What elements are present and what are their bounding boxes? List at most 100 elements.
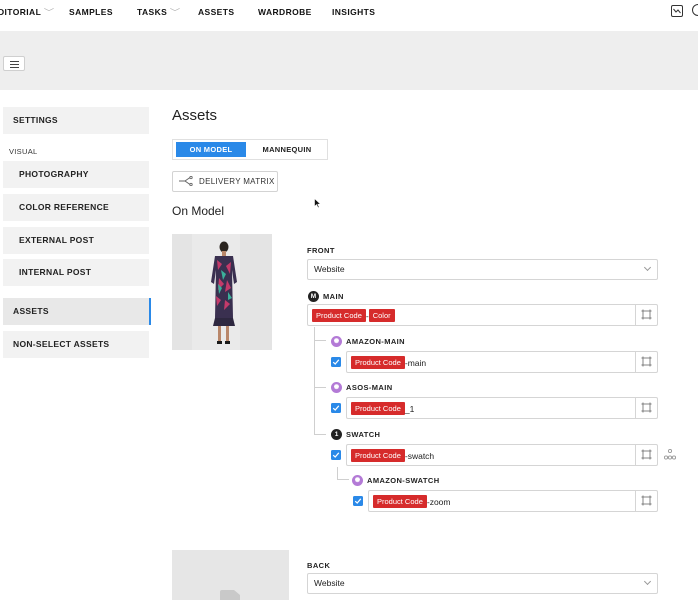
sidebar-item-label: NON-SELECT ASSETS: [13, 339, 110, 349]
branch-icon: [178, 175, 194, 188]
tree-connector: [337, 467, 349, 480]
token-suffix: -zoom: [426, 496, 451, 507]
nav-item-tasks[interactable]: TASKS ﹀: [137, 7, 180, 18]
node-swatch-label: SWATCH: [346, 430, 381, 439]
nav-item-wardrobe[interactable]: WARDROBE: [258, 7, 312, 17]
back-channel-value: Website: [314, 578, 345, 588]
back-channel-select[interactable]: Website: [307, 573, 658, 594]
node-amazon-main-header: ✺ AMAZON-MAIN: [331, 336, 471, 348]
user-icon[interactable]: [692, 4, 698, 16]
tab-on-model[interactable]: ON MODEL: [176, 142, 246, 157]
token-picker-icon: [641, 309, 652, 320]
node-asos-main-label: ASOS-MAIN: [346, 383, 393, 392]
token-chip[interactable]: Product Code: [351, 402, 405, 415]
model-figure-image: [211, 241, 237, 344]
sidebar-item-external-post[interactable]: EXTERNAL POST: [3, 227, 149, 254]
swatch-badge: 1: [331, 429, 342, 440]
mouse-cursor-icon: [314, 198, 322, 209]
sidebar-item-photography[interactable]: PHOTOGRAPHY: [3, 161, 149, 188]
front-channel-select[interactable]: Website: [307, 259, 658, 280]
section-title-on-model: On Model: [172, 204, 225, 218]
delivery-matrix-label: DELIVERY MATRIX: [199, 177, 275, 186]
nav-item-label: DITORIAL: [0, 7, 42, 17]
node-swatch-header: 1 SWATCH: [331, 429, 451, 441]
amazon-swatch-naming-field[interactable]: Product Code -zoom: [368, 490, 658, 512]
swatch-naming-field[interactable]: Product Code -swatch: [346, 444, 658, 466]
token-chip[interactable]: Product Code: [351, 449, 405, 462]
sidebar-item-assets[interactable]: ASSETS: [3, 298, 151, 325]
hierarchy-icon[interactable]: [664, 449, 676, 460]
amazon-icon: ✺: [352, 475, 363, 486]
nav-item-assets[interactable]: ASSETS: [198, 7, 234, 17]
asos-icon: ✺: [331, 382, 342, 393]
delivery-matrix-button[interactable]: DELIVERY MATRIX: [172, 171, 278, 192]
page-title: Assets: [172, 107, 218, 124]
menu-toggle-button[interactable]: [3, 56, 25, 71]
nav-item-label: WARDROBE: [258, 7, 312, 17]
sidebar-item-label: ASSETS: [13, 306, 49, 316]
sidebar-item-label: EXTERNAL POST: [19, 235, 95, 245]
token-suffix: _1: [404, 403, 415, 414]
sidebar-item-settings[interactable]: SETTINGS: [3, 107, 149, 134]
page-header-band: [0, 31, 698, 90]
sidebar-item-color-reference[interactable]: COLOR REFERENCE: [3, 194, 149, 221]
token-picker-button[interactable]: [635, 491, 657, 511]
amazon-swatch-checkbox[interactable]: [353, 496, 363, 506]
back-label: BACK: [307, 561, 331, 570]
nav-item-label: TASKS: [137, 7, 168, 17]
tab-mannequin[interactable]: MANNEQUIN: [249, 142, 325, 157]
token-picker-button[interactable]: [635, 352, 657, 372]
amazon-main-naming-field[interactable]: Product Code -main: [346, 351, 658, 373]
tree-connector: [314, 340, 326, 388]
token-picker-icon: [641, 495, 652, 506]
amazon-main-checkbox[interactable]: [331, 357, 341, 367]
chevron-down-icon: [643, 263, 652, 272]
asos-main-naming-field[interactable]: Product Code _1: [346, 397, 658, 419]
nav-item-label: INSIGHTS: [332, 7, 376, 17]
nav-item-editorial[interactable]: DITORIAL ﹀: [0, 7, 54, 18]
token-suffix: -main: [404, 357, 427, 368]
chevron-down-icon: ﹀: [43, 8, 55, 17]
nav-item-label: SAMPLES: [69, 7, 113, 17]
token-picker-icon: [641, 449, 652, 460]
product-photo-front[interactable]: [172, 234, 272, 350]
product-photo-back-placeholder[interactable]: [172, 550, 289, 600]
top-nav: DITORIAL ﹀ SAMPLES TASKS ﹀ ASSETS WARDROBE…: [0, 0, 698, 24]
sidebar-item-label: SETTINGS: [13, 115, 58, 125]
chevron-down-icon: ﹀: [169, 8, 181, 17]
asos-main-checkbox[interactable]: [331, 403, 341, 413]
node-amazon-main-label: AMAZON-MAIN: [346, 337, 405, 346]
nav-item-samples[interactable]: SAMPLES: [69, 7, 113, 17]
front-channel-value: Website: [314, 264, 345, 274]
token-picker-icon: [641, 402, 652, 413]
chart-icon[interactable]: [671, 5, 683, 17]
token-picker-button[interactable]: [635, 398, 657, 418]
sidebar-item-non-select-assets[interactable]: NON-SELECT ASSETS: [3, 331, 149, 358]
tree-connector: [314, 327, 326, 341]
main-naming-field[interactable]: Product Code - Color: [307, 304, 658, 326]
token-picker-button[interactable]: [635, 305, 657, 325]
token-picker-icon: [641, 356, 652, 367]
image-placeholder-icon: [220, 590, 240, 600]
sidebar-section-visual: VISUAL: [9, 147, 38, 156]
nav-item-insights[interactable]: INSIGHTS: [332, 7, 375, 17]
amazon-icon: ✺: [331, 336, 342, 347]
token-chip[interactable]: Product Code: [312, 309, 366, 322]
main-badge: M: [308, 291, 319, 302]
token-chip[interactable]: Product Code: [351, 356, 405, 369]
sidebar-item-label: COLOR REFERENCE: [19, 202, 109, 212]
sidebar-item-label: PHOTOGRAPHY: [19, 169, 89, 179]
token-chip[interactable]: Color: [368, 309, 395, 322]
node-main-label: MAIN: [323, 292, 344, 301]
front-label: FRONT: [307, 246, 335, 255]
token-chip[interactable]: Product Code: [373, 495, 427, 508]
nav-item-label: ASSETS: [198, 7, 235, 17]
swatch-checkbox[interactable]: [331, 450, 341, 460]
token-suffix: -swatch: [404, 450, 435, 461]
node-amazon-swatch-label: AMAZON-SWATCH: [367, 476, 440, 485]
chevron-down-icon: [643, 577, 652, 586]
view-toggle: ON MODEL MANNEQUIN: [172, 139, 328, 160]
sidebar-item-internal-post[interactable]: INTERNAL POST: [3, 259, 149, 286]
token-picker-button[interactable]: [635, 445, 657, 465]
node-main-header: M MAIN: [308, 291, 428, 303]
